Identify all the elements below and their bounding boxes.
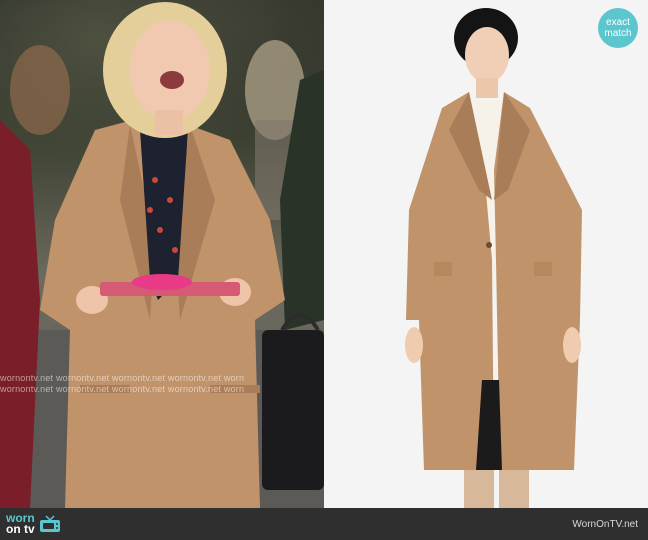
logo-line: on tv <box>6 522 35 536</box>
badge-line: exact <box>606 17 630 28</box>
scene-illustration <box>0 2 324 508</box>
site-logo[interactable]: worn on tv <box>6 512 61 536</box>
badge-line: match <box>604 28 632 39</box>
page: wornontv.net wornontv.net wornontv.net w… <box>0 0 648 540</box>
model-illustration <box>405 8 582 508</box>
tv-icon <box>39 515 60 532</box>
exact-match-badge: exact match <box>598 8 638 48</box>
watermark-row: wornontv.net wornontv.net wornontv.net w… <box>0 384 245 394</box>
scene-photo: wornontv.net wornontv.net wornontv.net w… <box>0 0 324 508</box>
site-label: WornOnTV.net <box>572 518 638 530</box>
product-photo <box>324 0 648 508</box>
logo-text: worn on tv <box>6 512 35 536</box>
footer-bar: worn on tv WornOnTV.net <box>0 508 648 540</box>
watermark-row: wornontv.net wornontv.net wornontv.net w… <box>0 373 245 383</box>
watermark: wornontv.net wornontv.net wornontv.net w… <box>0 372 324 396</box>
